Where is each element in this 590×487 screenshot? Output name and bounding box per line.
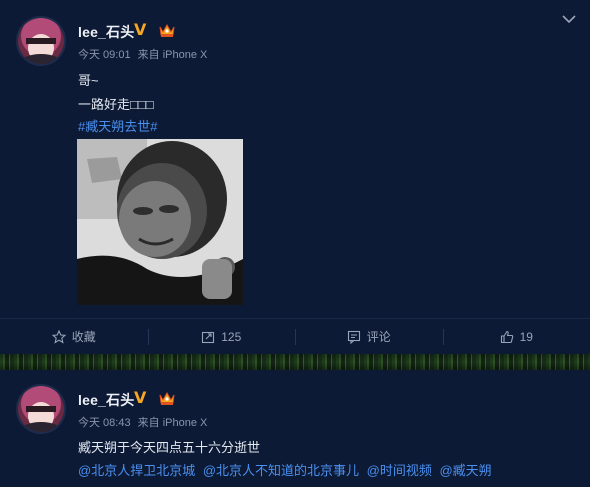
post-text-line: 臧天朔于今天四点五十六分逝世 <box>78 440 261 455</box>
repost-count: 125 <box>221 329 242 344</box>
post-meta: 今天 09:01 来自 iPhone X <box>78 46 211 62</box>
crown-icon[interactable] <box>158 390 176 406</box>
post-photo[interactable] <box>77 139 243 305</box>
repost-button[interactable]: 125 <box>147 319 296 354</box>
post-meta: 今天 08:43 来自 iPhone X <box>78 414 211 430</box>
like-button[interactable]: 19 <box>442 319 590 354</box>
like-count: 19 <box>519 329 533 344</box>
username[interactable]: lee_石头 <box>78 390 134 410</box>
comment-icon <box>347 330 360 344</box>
mention-link[interactable]: @臧天朔 <box>439 463 491 478</box>
post-time[interactable]: 今天 09:01 <box>78 49 131 61</box>
crown-icon[interactable] <box>158 22 176 38</box>
favorite-button[interactable]: 收藏 <box>0 319 148 354</box>
post-source: 来自 iPhone X <box>137 417 208 429</box>
chevron-down-icon[interactable] <box>562 14 576 24</box>
post-source: 来自 iPhone X <box>137 49 208 61</box>
v-badge-icon: V <box>134 388 147 407</box>
comment-button[interactable]: 评论 <box>295 319 443 354</box>
post-text-line: 一路好走□□□ <box>78 97 154 112</box>
post-text-line: 哥~ <box>78 73 99 88</box>
action-bar: 收藏 125 评论 19 <box>0 318 590 354</box>
v-badge-icon: V <box>134 20 147 39</box>
mention-link[interactable]: @时间视频 <box>367 463 432 478</box>
post-card: lee_石头 V 今天 08:43 来自 iPhone X 臧天朔于今天四点五十… <box>0 370 590 487</box>
avatar[interactable] <box>16 384 66 434</box>
avatar[interactable] <box>16 16 66 66</box>
post-card: lee_石头 V 今天 09:01 来自 iPhone X 哥~ 一路好走□□□… <box>0 0 590 354</box>
topic-link[interactable]: #臧天朔去世# <box>78 116 157 135</box>
post-time[interactable]: 今天 08:43 <box>78 417 131 429</box>
mention-link[interactable]: @北京人不知道的北京事儿 <box>203 463 359 478</box>
thumbs-up-icon <box>500 330 513 343</box>
comment-label: 评论 <box>366 330 391 344</box>
divider-strip <box>0 354 590 370</box>
mention-link[interactable]: @北京人捍卫北京城 <box>78 463 195 478</box>
star-icon <box>51 329 66 344</box>
repost-icon <box>202 331 215 343</box>
favorite-label: 收藏 <box>71 330 96 344</box>
username[interactable]: lee_石头 <box>78 22 134 42</box>
mention-list: @北京人捍卫北京城 @北京人不知道的北京事儿 @时间视频 @臧天朔 <box>78 460 496 479</box>
